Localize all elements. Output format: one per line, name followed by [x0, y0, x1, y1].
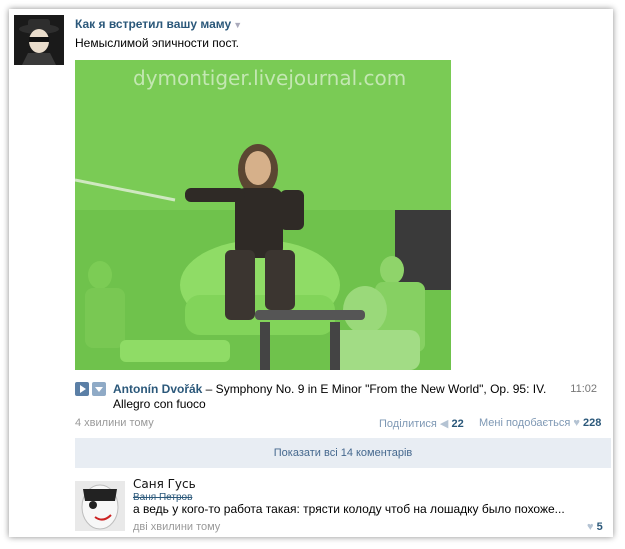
author-avatar[interactable] [14, 15, 64, 65]
like-count: 228 [583, 417, 602, 429]
user-avatar-icon [14, 15, 64, 65]
post-timestamp[interactable]: 4 хвилини тому [75, 417, 154, 429]
show-comments-button[interactable]: Показати всі 14 коментарів [75, 438, 611, 468]
comment-like-count: 5 [596, 521, 603, 533]
post-author[interactable]: Как я встретил вашу маму ▼ [75, 17, 242, 31]
heart-icon: ♥ [587, 521, 594, 533]
share-icon: ◀ [439, 418, 449, 430]
share-count: 22 [451, 418, 464, 430]
commenter-avatar[interactable] [75, 481, 125, 531]
share-button[interactable]: Поділитися ◀ 22 [379, 417, 464, 430]
audio-track: Antonín Dvořák – Symphony No. 9 in E Min… [113, 382, 563, 412]
photo-watermark: dymontiger.livejournal.com [133, 66, 407, 90]
commenter-name[interactable]: Саня Гусь [133, 477, 196, 491]
post-photo[interactable]: dymontiger.livejournal.com [75, 60, 451, 370]
post-card: Как я встретил вашу маму ▼ Немыслимой эпи… [9, 9, 613, 537]
play-icon[interactable] [75, 382, 89, 396]
audio-duration: 11:02 [570, 383, 597, 395]
post-text: Немыслимой эпичности пост. [75, 36, 239, 50]
comment-timestamp[interactable]: дві хвилини тому [133, 521, 220, 533]
chevron-down-icon[interactable]: ▼ [233, 20, 242, 30]
audio-artist[interactable]: Antonín Dvořák [113, 382, 202, 396]
heart-icon: ♥ [573, 417, 580, 429]
user-avatar-icon [75, 481, 125, 531]
share-label: Поділитися [379, 418, 437, 430]
add-icon[interactable] [92, 382, 106, 396]
greenscreen-scene [75, 60, 451, 370]
like-button[interactable]: Мені подобається ♥ 228 [479, 417, 601, 429]
like-label: Мені подобається [479, 417, 571, 429]
post-author-name[interactable]: Как я встретил вашу маму [75, 17, 231, 31]
comment-text: а ведь у кого-то работа такая: трясти ко… [133, 502, 565, 516]
comment-like-button[interactable]: ♥ 5 [587, 521, 603, 533]
